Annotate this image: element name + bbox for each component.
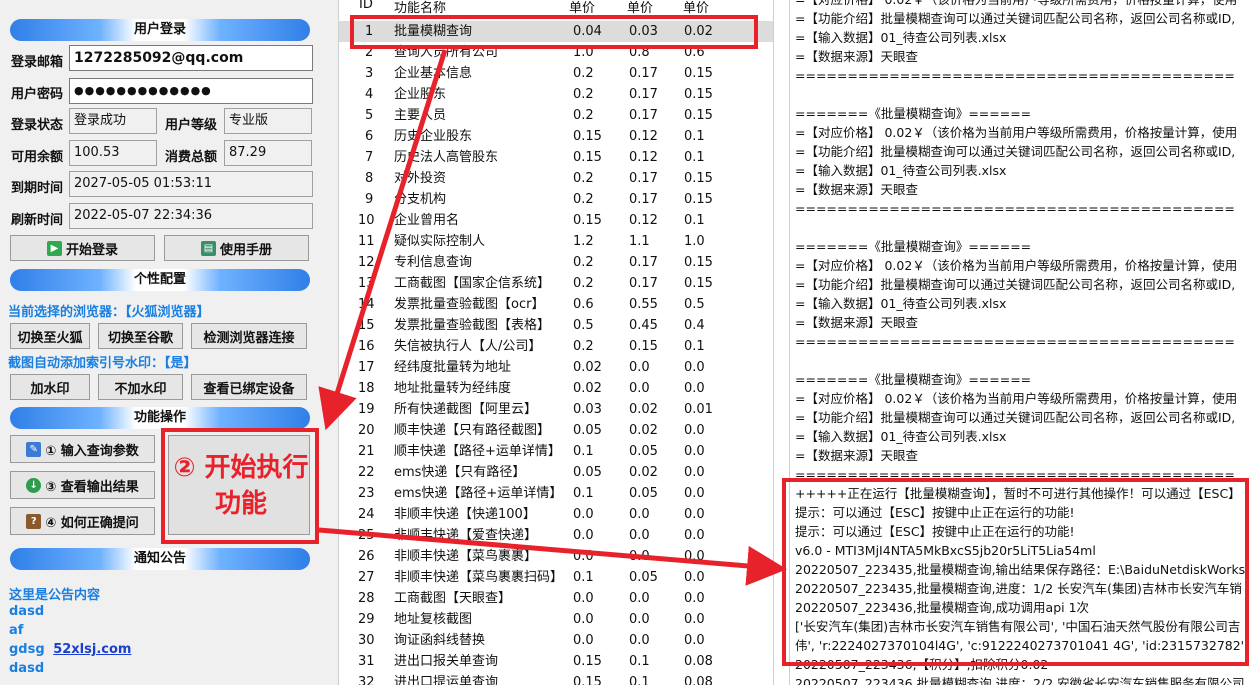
arrow-to-log	[318, 527, 787, 586]
annotation-arrows	[318, 49, 787, 586]
arrow-to-start-button	[318, 49, 448, 431]
